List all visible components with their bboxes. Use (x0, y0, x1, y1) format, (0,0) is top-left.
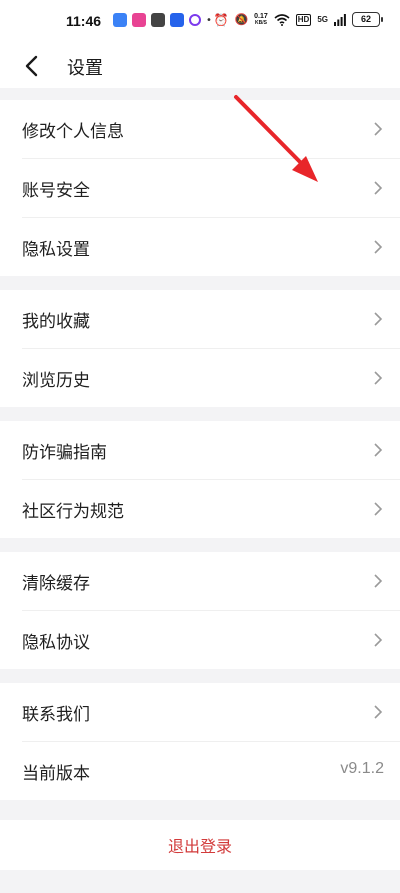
settings-item-label: 联系我们 (22, 704, 90, 725)
chevron-right-icon (374, 312, 383, 326)
nav-bar: 设置 (0, 44, 400, 88)
settings-item-label: 我的收藏 (22, 311, 90, 332)
hd-badge: HD (295, 13, 312, 26)
settings-item-label: 社区行为规范 (22, 501, 124, 522)
app-notification-icon (189, 14, 201, 26)
settings-item-label: 当前版本 (22, 763, 90, 784)
system-icons: ⏰ 🔕 0.17 KB/S HD 5G 62 (213, 12, 383, 27)
settings-item-privacy-settings[interactable]: 隐私设置 (22, 218, 400, 276)
app-notification-icon (113, 13, 127, 27)
signal-label: 5G (317, 15, 328, 24)
status-time: 11:46 (66, 13, 102, 29)
settings-item-label: 隐私协议 (22, 632, 90, 653)
logout-button[interactable]: 退出登录 (0, 820, 400, 870)
chevron-right-icon (374, 122, 383, 136)
settings-item-label: 账号安全 (22, 180, 90, 201)
settings-group-guides: 防诈骗指南 社区行为规范 (0, 421, 400, 538)
settings-group-about: 联系我们 当前版本 v9.1.2 (0, 683, 400, 800)
settings-item-anti-fraud-guide[interactable]: 防诈骗指南 (22, 421, 400, 480)
settings-item-label: 防诈骗指南 (22, 442, 107, 463)
settings-item-label: 浏览历史 (22, 370, 90, 391)
settings-item-browse-history[interactable]: 浏览历史 (22, 349, 400, 407)
network-speed-unit: KB/S (254, 19, 267, 26)
chevron-right-icon (374, 502, 383, 516)
app-notification-icon (132, 13, 146, 27)
settings-group-content: 我的收藏 浏览历史 (0, 290, 400, 407)
settings-item-community-rules[interactable]: 社区行为规范 (22, 480, 400, 538)
back-button[interactable] (14, 49, 48, 83)
notification-icons: • (113, 13, 212, 27)
chevron-right-icon (374, 443, 383, 457)
network-speed-value: 0.17 (254, 12, 268, 20)
logout-label: 退出登录 (167, 837, 232, 856)
settings-item-clear-cache[interactable]: 清除缓存 (22, 552, 400, 611)
settings-group-account: 修改个人信息 账号安全 隐私设置 (0, 100, 400, 276)
version-value: v9.1.2 (340, 760, 384, 777)
chevron-right-icon (374, 705, 383, 719)
chevron-right-icon (374, 574, 383, 588)
chevron-right-icon (374, 240, 383, 254)
chevron-right-icon (374, 371, 383, 385)
wifi-icon (274, 13, 290, 26)
app-notification-icon (151, 13, 165, 27)
settings-item-favorites[interactable]: 我的收藏 (22, 290, 400, 349)
settings-item-edit-profile[interactable]: 修改个人信息 (22, 100, 400, 159)
status-bar: 11:46 • ⏰ 🔕 0.17 KB/S HD 5G 62 (0, 0, 400, 44)
chevron-right-icon (374, 633, 383, 647)
settings-item-privacy-policy[interactable]: 隐私协议 (22, 611, 400, 669)
settings-item-label: 修改个人信息 (22, 121, 124, 142)
app-notification-icon (170, 13, 184, 27)
more-notifications-dot-icon: • (206, 14, 212, 26)
settings-item-account-security[interactable]: 账号安全 (22, 159, 400, 218)
settings-group-storage: 清除缓存 隐私协议 (0, 552, 400, 669)
alarm-icon: ⏰ (213, 12, 229, 27)
signal-bars-icon (334, 13, 346, 26)
settings-item-label: 隐私设置 (22, 239, 90, 260)
settings-item-current-version: 当前版本 v9.1.2 (22, 742, 400, 800)
network-speed: 0.17 KB/S (254, 13, 268, 27)
settings-item-label: 清除缓存 (22, 573, 90, 594)
page-title: 设置 (67, 58, 103, 79)
battery-indicator: 62 (352, 12, 383, 27)
mute-icon: 🔕 (234, 14, 249, 26)
chevron-right-icon (374, 181, 383, 195)
settings-item-contact-us[interactable]: 联系我们 (22, 683, 400, 742)
chevron-left-icon (25, 55, 38, 77)
